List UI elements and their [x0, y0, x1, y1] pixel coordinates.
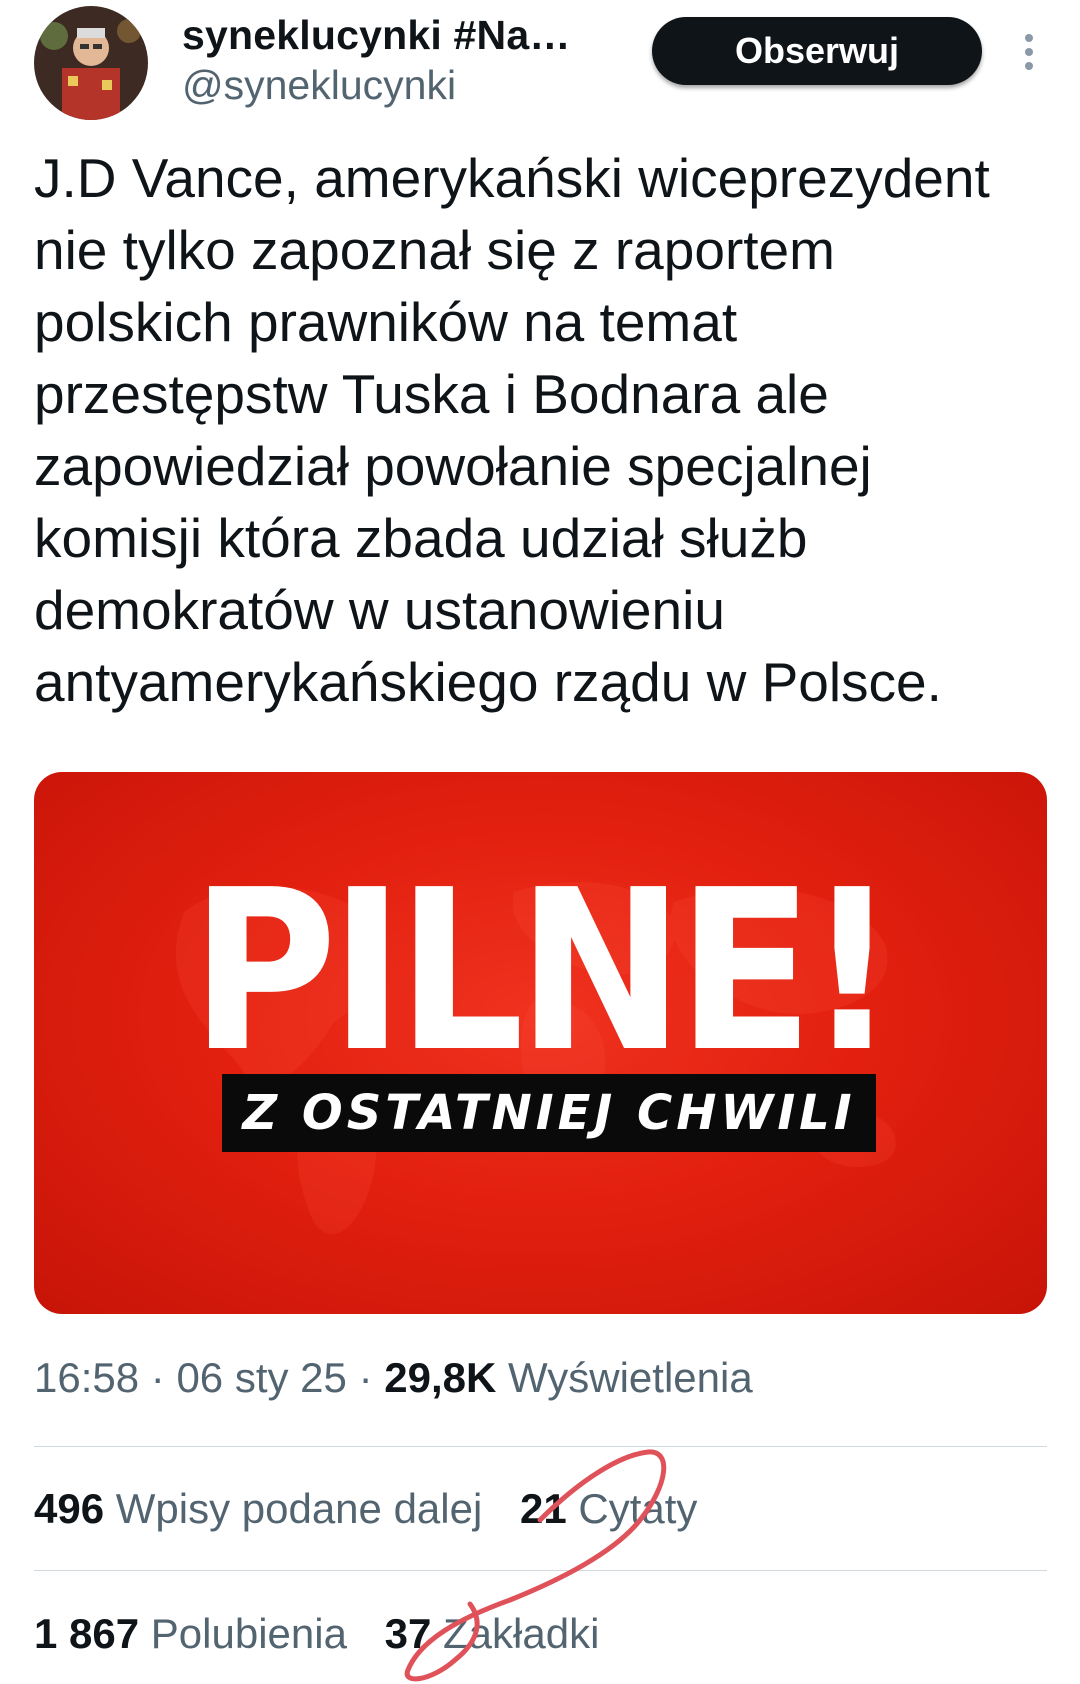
views-count: 29,8K: [384, 1354, 497, 1401]
divider: [34, 1446, 1047, 1447]
stats-row-shares: 496 Wpisy podane dalej 21 Cytaty: [34, 1485, 723, 1533]
media-subline-bar: Z OSTATNIEJ CHWILI: [222, 1074, 876, 1152]
tweet-media-image[interactable]: PILNE! Z OSTATNIEJ CHWILI: [34, 772, 1047, 1314]
retweets-label: Wpisy podane dalej: [115, 1485, 483, 1532]
follow-button[interactable]: Obserwuj: [652, 17, 982, 85]
bookmarks-stat[interactable]: 37 Zakładki: [385, 1610, 600, 1658]
tweet-meta: 16:58 · 06 sty 25 · 29,8K Wyświetlenia: [34, 1354, 753, 1402]
tweet-header: syneklucynki #Na… @syneklucynki Obserwuj: [0, 0, 1080, 130]
more-vertical-icon[interactable]: [1014, 30, 1044, 74]
display-name[interactable]: syneklucynki #Na…: [182, 12, 571, 59]
avatar[interactable]: [34, 6, 148, 120]
media-subline: Z OSTATNIEJ CHWILI: [242, 1085, 856, 1141]
retweets-count: 496: [34, 1485, 105, 1532]
views-label: Wyświetlenia: [508, 1354, 753, 1401]
bookmarks-count: 37: [384, 1610, 432, 1657]
likes-stat[interactable]: 1 867 Polubienia: [34, 1610, 347, 1658]
meta-separator-2: ·: [358, 1354, 373, 1401]
media-headline: PILNE!: [190, 843, 898, 1101]
tweet-text: J.D Vance, amerykański wiceprezydent nie…: [34, 147, 990, 713]
divider: [34, 1570, 1047, 1571]
retweets-stat[interactable]: 496 Wpisy podane dalej: [34, 1485, 482, 1533]
bookmarks-label: Zakładki: [443, 1610, 600, 1657]
tweet-time[interactable]: 16:58: [34, 1354, 139, 1401]
likes-label: Polubienia: [150, 1610, 347, 1657]
quotes-stat[interactable]: 21 Cytaty: [520, 1485, 697, 1533]
user-handle[interactable]: @syneklucynki: [182, 62, 456, 109]
avatar-image: [34, 6, 148, 120]
stats-row-likes: 1 867 Polubienia 37 Zakładki: [34, 1610, 625, 1658]
likes-count: 1 867: [34, 1610, 140, 1657]
quotes-count: 21: [519, 1485, 567, 1532]
meta-separator: ·: [150, 1354, 165, 1401]
tweet-date[interactable]: 06 sty 25: [176, 1354, 346, 1401]
quotes-label: Cytaty: [578, 1485, 698, 1532]
